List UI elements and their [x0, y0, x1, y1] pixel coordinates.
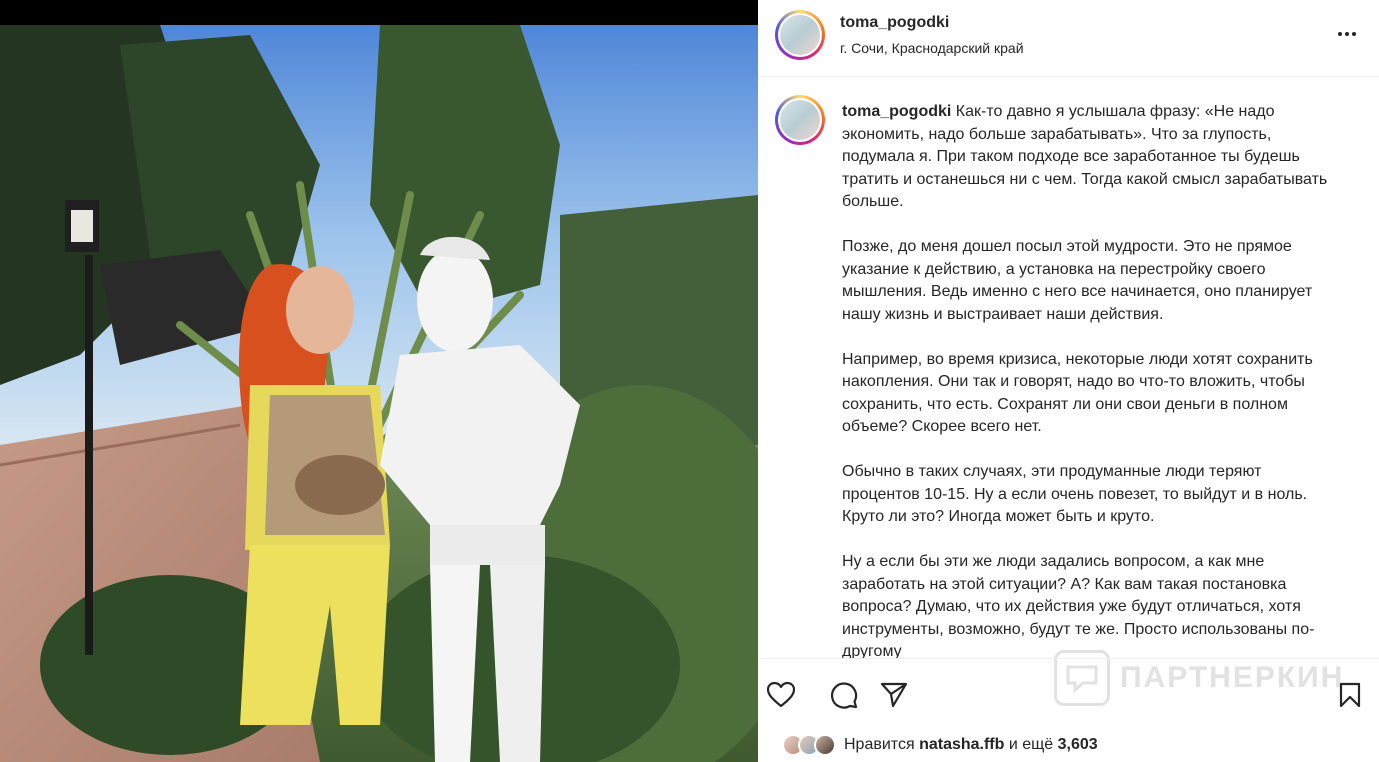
photo-top-bar	[0, 0, 758, 25]
likes-count[interactable]: 3,603	[1058, 736, 1098, 753]
post-photo[interactable]	[0, 25, 758, 762]
likes-row: Нравится natasha.ffb и ещё 3,603	[782, 732, 1098, 758]
liker-avatar[interactable]	[814, 734, 836, 756]
author-username[interactable]: toma_pogodki	[840, 14, 949, 32]
caption-username[interactable]: toma_pogodki	[842, 103, 951, 120]
likes-mid: и ещё	[1008, 736, 1054, 753]
post-panel: toma_pogodki г. Сочи, Краснодарский край…	[758, 0, 1379, 762]
post-actions	[758, 658, 1379, 730]
post-header: toma_pogodki г. Сочи, Краснодарский край	[758, 0, 1379, 77]
more-options-icon[interactable]	[1335, 26, 1359, 42]
caption-paragraph: Обычно в таких случаях, эти продуманные …	[842, 463, 1308, 525]
likes-username[interactable]: natasha.ffb	[919, 736, 1004, 753]
caption-section: toma_pogodki Как-то давно я услышала фра…	[758, 78, 1379, 658]
caption-paragraph: Позже, до меня дошел посыл этой мудрости…	[842, 238, 1313, 323]
author-avatar[interactable]	[775, 10, 825, 60]
comment-icon[interactable]	[828, 679, 860, 711]
caption-author-avatar[interactable]	[775, 95, 825, 145]
bookmark-icon[interactable]	[1334, 679, 1366, 711]
likes-text[interactable]: Нравится natasha.ffb и ещё 3,603	[844, 736, 1098, 754]
likes-prefix: Нравится	[844, 736, 915, 753]
post-location[interactable]: г. Сочи, Краснодарский край	[840, 40, 1024, 56]
post-caption: toma_pogodki Как-то давно я услышала фра…	[842, 101, 1342, 658]
heart-icon[interactable]	[765, 679, 797, 711]
caption-paragraph: Например, во время кризиса, некоторые лю…	[842, 350, 1313, 436]
share-icon[interactable]	[878, 679, 910, 711]
caption-paragraph: Ну а если бы эти же люди задались вопрос…	[842, 553, 1315, 658]
photo-illustration	[0, 25, 758, 762]
